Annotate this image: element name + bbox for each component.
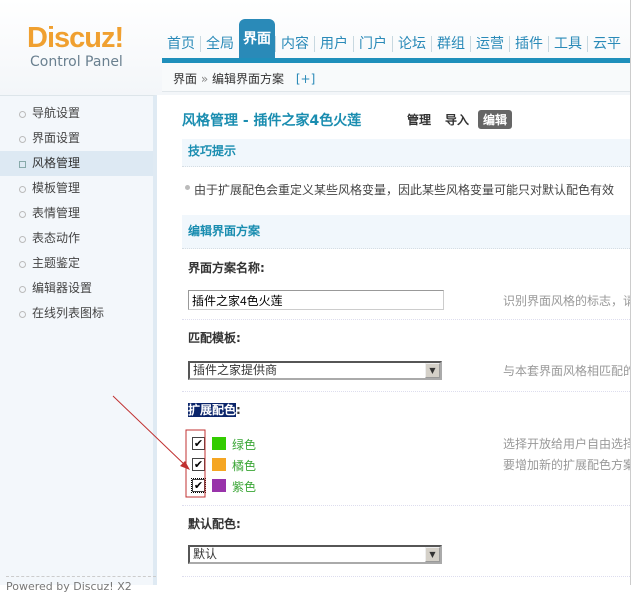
annotation-arrow bbox=[112, 395, 187, 467]
annotation-overlay bbox=[112, 395, 206, 498]
annotation-box bbox=[185, 429, 206, 498]
